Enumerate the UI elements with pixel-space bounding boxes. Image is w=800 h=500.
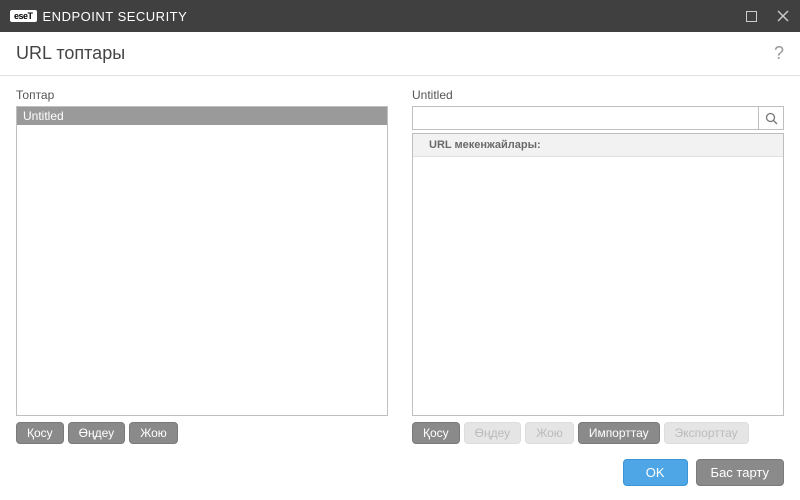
brand: eseT ENDPOINT SECURITY	[10, 9, 187, 24]
close-button[interactable]	[776, 9, 790, 23]
search-icon	[765, 112, 778, 125]
search-input[interactable]	[412, 106, 758, 130]
urls-button-row: Қосу Өңдеу Жою Импорттау Экспорттау	[412, 422, 784, 444]
edit-url-button: Өңдеу	[464, 422, 522, 444]
window-controls	[744, 9, 790, 23]
titlebar: eseT ENDPOINT SECURITY	[0, 0, 800, 32]
export-button: Экспорттау	[664, 422, 749, 444]
cancel-button[interactable]: Бас тарту	[696, 459, 784, 486]
import-button[interactable]: Импорттау	[578, 422, 660, 444]
ok-button[interactable]: OK	[623, 459, 688, 486]
help-icon[interactable]: ?	[774, 43, 784, 64]
search-button[interactable]	[758, 106, 784, 130]
groups-listbox[interactable]: Untitled	[16, 106, 388, 416]
groups-label: Топтар	[16, 88, 388, 102]
edit-group-button[interactable]: Өңдеу	[68, 422, 126, 444]
groups-button-row: Қосу Өңдеу Жою	[16, 422, 388, 444]
urls-label: Untitled	[412, 88, 784, 102]
groups-column: Топтар Untitled Қосу Өңдеу Жою	[16, 88, 388, 444]
search-row	[412, 106, 784, 130]
brand-logo: eseT	[10, 10, 37, 22]
delete-url-button: Жою	[525, 422, 574, 444]
url-panel: URL мекенжайлары:	[412, 133, 784, 416]
page-header: URL топтары ?	[0, 32, 800, 76]
footer: OK Бас тарту	[0, 444, 800, 500]
urls-column: Untitled URL мекенжайлары: Қосу Өңдеу Жо…	[412, 88, 784, 444]
content: Топтар Untitled Қосу Өңдеу Жою Untitled …	[0, 76, 800, 444]
page-title: URL топтары	[16, 43, 125, 64]
list-item[interactable]: Untitled	[17, 107, 387, 125]
maximize-button[interactable]	[744, 9, 758, 23]
add-url-button[interactable]: Қосу	[412, 422, 460, 444]
brand-text: ENDPOINT SECURITY	[43, 9, 188, 24]
url-panel-body[interactable]	[413, 157, 783, 415]
url-panel-header: URL мекенжайлары:	[413, 134, 783, 157]
add-group-button[interactable]: Қосу	[16, 422, 64, 444]
delete-group-button[interactable]: Жою	[129, 422, 178, 444]
